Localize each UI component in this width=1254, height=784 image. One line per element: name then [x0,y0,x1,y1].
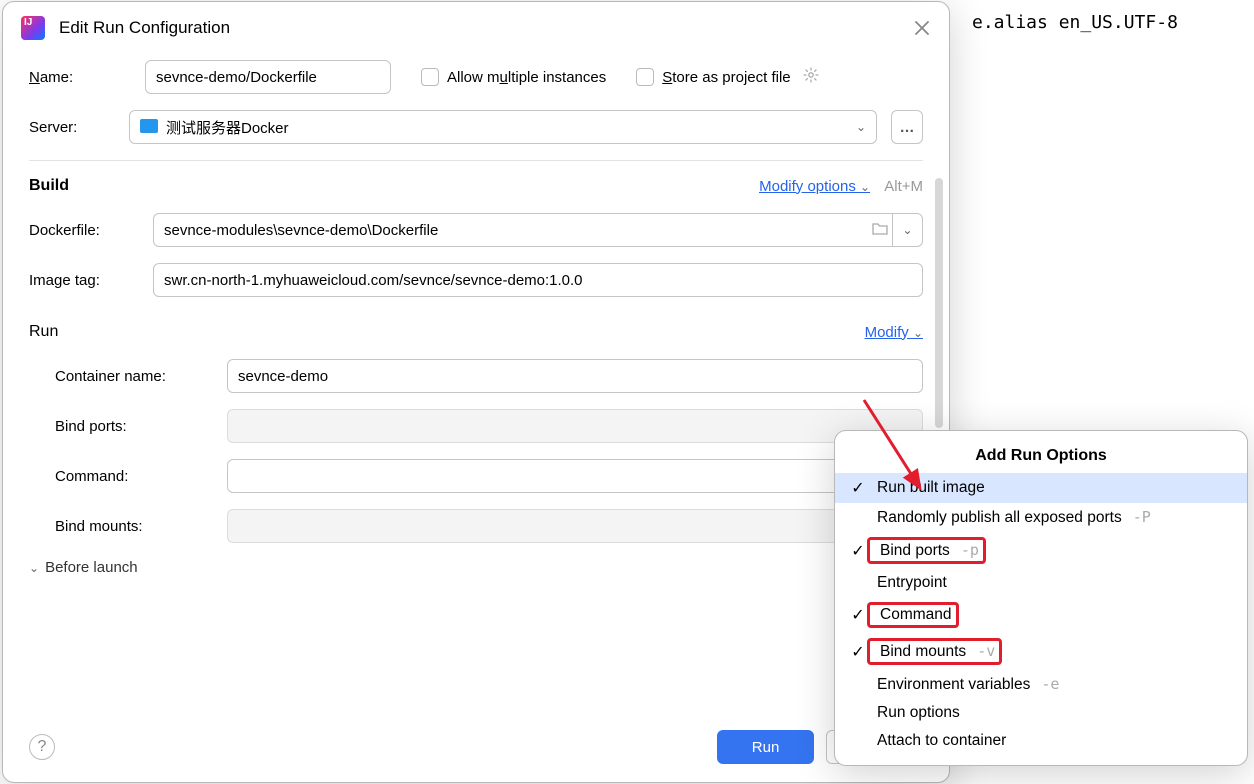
server-select[interactable]: 测试服务器Docker ⌄ [129,110,877,144]
popup-item-label: Run options [877,704,960,722]
popup-item-label: Randomly publish all exposed ports -P [877,508,1151,527]
popup-item[interactable]: Run options [835,699,1247,727]
popup-item-label: Entrypoint [877,574,947,592]
check-icon: ✓ [849,541,867,561]
popup-item[interactable]: ✓Bind mounts -v [835,633,1247,670]
popup-item-label: Bind ports -p [867,537,986,564]
bind-ports-row: Bind ports: [29,409,923,443]
intellij-icon [21,16,45,40]
dialog-body: Name: sevnce-demo/Dockerfile Allow multi… [3,50,949,716]
popup-item-label: Run built image [877,479,985,497]
divider [29,160,923,161]
imagetag-input[interactable]: swr.cn-north-1.myhuaweicloud.com/sevnce/… [153,263,923,297]
close-icon[interactable] [913,19,931,37]
server-label: Server: [29,119,115,136]
popup-item[interactable]: Attach to container [835,727,1247,755]
check-icon: ✓ [849,478,867,498]
popup-item[interactable]: ✓ Run built image [835,473,1247,503]
dropdown-button[interactable]: ⌄ [892,213,922,247]
chevron-down-icon: ⌄ [913,326,923,340]
popup-item[interactable]: Randomly publish all exposed ports -P [835,503,1247,532]
folder-icon[interactable] [872,221,888,239]
allow-multiple-checkbox[interactable]: Allow multiple instances [421,68,606,86]
dialog-title: Edit Run Configuration [59,18,913,38]
run-section: Container name: sevnce-demo Bind ports: … [29,359,923,543]
check-icon: ✓ [849,642,867,662]
command-label: Command: [55,468,213,485]
popup-item-flag: -P [1124,508,1151,526]
popup-item-label: Attach to container [877,732,1006,750]
dockerfile-label: Dockerfile: [29,222,139,239]
popup-item[interactable]: ✓Bind ports -p [835,532,1247,569]
build-section-head: Build Modify options ⌄ Alt+M [29,177,923,195]
server-row: Server: 测试服务器Docker ⌄ … [29,110,923,144]
popup-item-label: Environment variables -e [877,675,1059,694]
chevron-down-icon: ⌄ [860,180,870,194]
run-button[interactable]: Run [717,730,815,764]
container-name-row: Container name: sevnce-demo [29,359,923,393]
command-input[interactable] [227,459,923,493]
name-row: Name: sevnce-demo/Dockerfile Allow multi… [29,60,923,94]
bind-ports-label: Bind ports: [55,418,213,435]
docker-icon [140,119,158,133]
popup-item[interactable]: Entrypoint [835,569,1247,597]
run-config-dialog: Edit Run Configuration Name: sevnce-demo… [2,1,950,783]
popup-title: Add Run Options [835,441,1247,473]
check-icon: ✓ [849,605,867,625]
scrollbar-thumb[interactable] [935,178,943,428]
popup-item[interactable]: ✓Command [835,597,1247,633]
imagetag-row: Image tag: swr.cn-north-1.myhuaweicloud.… [29,263,923,297]
before-launch-toggle[interactable]: ⌄ Before launch [29,559,923,576]
imagetag-label: Image tag: [29,272,139,289]
bind-mounts-label: Bind mounts: [55,518,213,535]
popup-item-label: Command [867,602,959,628]
bind-mounts-input[interactable] [227,509,923,543]
run-section-head: Run Modify ⌄ [29,323,923,341]
popup-item-flag: -v [968,642,995,660]
dialog-footer: ? Run Cancel [3,716,949,782]
name-label: Name: [29,69,115,86]
popup-item-label: Bind mounts -v [867,638,1002,665]
add-run-options-popup: Add Run Options ✓ Run built image Randomly… [834,430,1248,766]
gear-icon[interactable] [803,67,819,87]
server-more-button[interactable]: … [891,110,923,144]
store-project-checkbox[interactable]: Store as project file [636,67,818,87]
allow-multiple-label: Allow multiple instances [447,69,606,86]
name-input[interactable]: sevnce-demo/Dockerfile [145,60,391,94]
modify-options-link[interactable]: Modify options ⌄ [759,178,870,195]
titlebar: Edit Run Configuration [3,2,949,50]
command-row: Command: [29,459,923,493]
popup-item[interactable]: Environment variables -e [835,670,1247,699]
popup-item-flag: -p [952,541,979,559]
dockerfile-row: Dockerfile: sevnce-modules\sevnce-demo\D… [29,213,923,247]
container-name-label: Container name: [55,368,213,385]
editor-line: e.alias en_US.UTF-8 [972,12,1178,33]
popup-item-flag: -e [1032,675,1059,693]
run-title: Run [29,323,58,341]
run-modify-link[interactable]: Modify ⌄ [865,324,923,341]
bind-mounts-row: Bind mounts: [29,509,923,543]
chevron-down-icon: ⌄ [29,561,39,575]
dockerfile-input[interactable]: sevnce-modules\sevnce-demo\Dockerfile ⌄ [153,213,923,247]
checkbox-icon [421,68,439,86]
container-name-input[interactable]: sevnce-demo [227,359,923,393]
checkbox-icon [636,68,654,86]
build-title: Build [29,177,69,195]
bind-ports-input[interactable] [227,409,923,443]
help-button[interactable]: ? [29,734,55,760]
shortcut-text: Alt+M [884,178,923,195]
chevron-down-icon: ⌄ [856,120,866,134]
store-project-label: Store as project file [662,69,790,86]
